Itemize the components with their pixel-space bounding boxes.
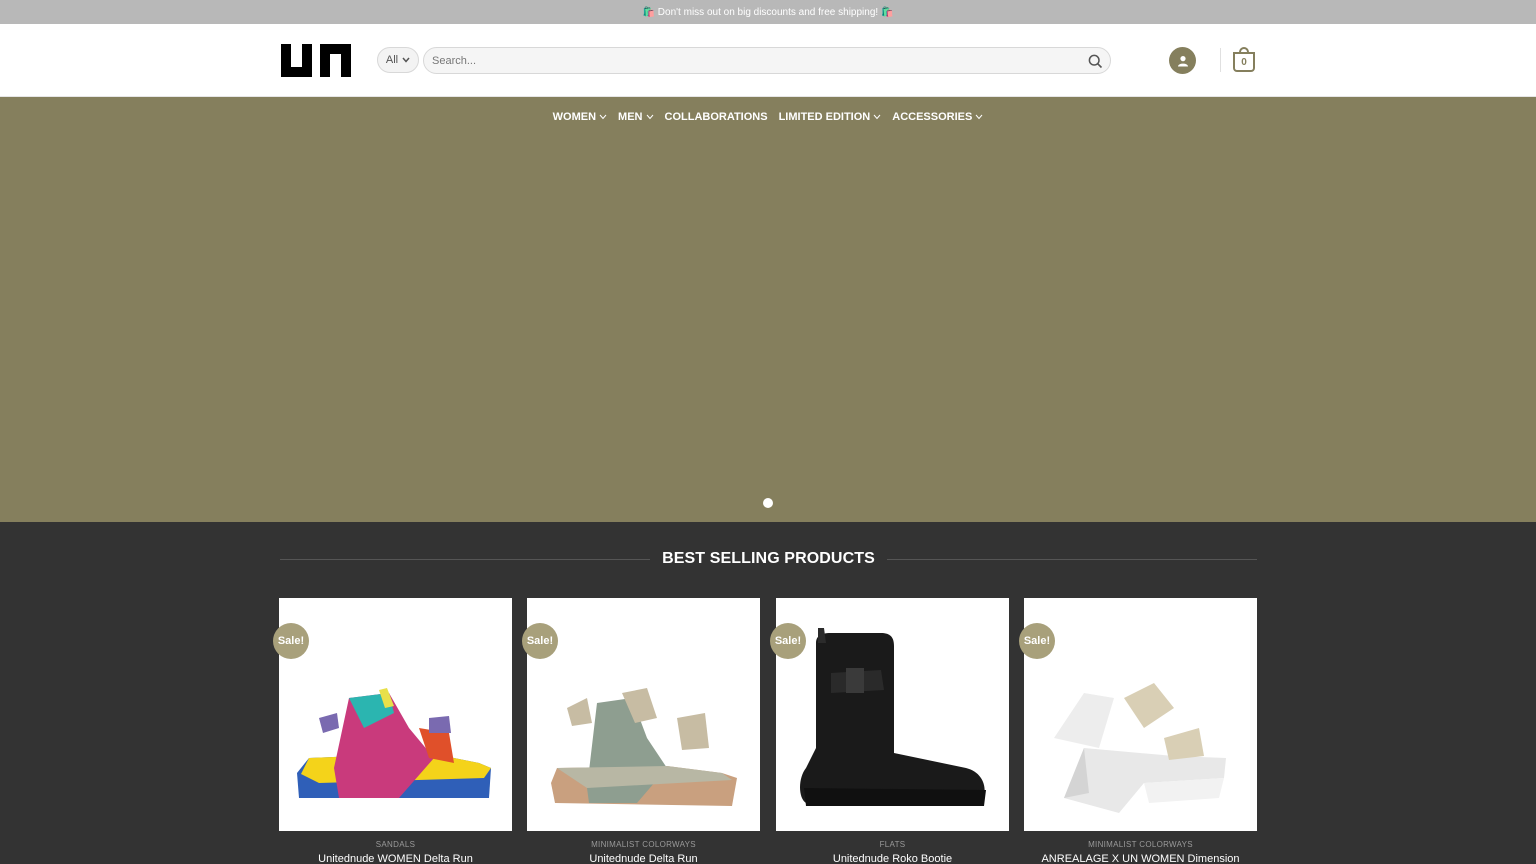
- product-card: FLATS Unitednude Roko Bootie: [776, 598, 1009, 864]
- main-nav: WOMEN MEN COLLABORATIONS LIMITED EDITION…: [0, 107, 1536, 127]
- sandal-image: [1054, 683, 1226, 813]
- user-icon: [1177, 55, 1188, 66]
- nav-item-men[interactable]: MEN: [618, 107, 653, 127]
- best-selling-header: BEST SELLING PRODUCTS: [280, 547, 1257, 571]
- sandal-image: [297, 688, 491, 798]
- brand-logo[interactable]: [280, 44, 352, 77]
- product-category: MINIMALIST COLORWAYS: [1088, 840, 1193, 849]
- chevron-down-icon: [599, 114, 607, 120]
- product-name[interactable]: ANREALAGE X UN WOMEN Dimension: [1024, 853, 1257, 864]
- sandal-image: [551, 688, 737, 806]
- promo-text: 🛍️ Don't miss out on big discounts and f…: [642, 6, 894, 18]
- sale-badge: Sale!: [273, 623, 309, 659]
- search-button[interactable]: [1086, 52, 1104, 70]
- section-title: BEST SELLING PRODUCTS: [662, 550, 875, 567]
- category-select-value: All: [385, 54, 399, 66]
- chevron-down-icon: [402, 57, 410, 63]
- chevron-down-icon: [646, 114, 653, 120]
- product-image[interactable]: [1024, 598, 1257, 831]
- promo-bar: 🛍️ Don't miss out on big discounts and f…: [0, 0, 1536, 24]
- product-image[interactable]: [279, 598, 512, 831]
- category-select[interactable]: All: [377, 47, 419, 73]
- divider-line: [886, 558, 1257, 560]
- header-divider: [1220, 48, 1221, 72]
- hero-slider: WOMEN MEN COLLABORATIONS LIMITED EDITION…: [0, 97, 1536, 522]
- product-category: FLATS: [879, 840, 906, 849]
- cart-button[interactable]: 0: [1233, 47, 1257, 73]
- divider-line: [280, 558, 651, 560]
- slider-dot[interactable]: [763, 498, 773, 508]
- nav-item-collaborations[interactable]: COLLABORATIONS: [665, 107, 768, 127]
- product-category: MINIMALIST COLORWAYS: [591, 840, 696, 849]
- account-button[interactable]: [1169, 47, 1196, 74]
- product-image[interactable]: [776, 598, 1009, 831]
- nav-item-women[interactable]: WOMEN: [553, 107, 607, 127]
- sale-badge: Sale!: [770, 623, 806, 659]
- product-card: MINIMALIST COLORWAYS ANREALAGE X UN WOME…: [1024, 598, 1257, 864]
- product-card: MINIMALIST COLORWAYS Unitednude Delta Ru…: [527, 598, 760, 864]
- sale-badge: Sale!: [522, 623, 558, 659]
- product-name[interactable]: Unitednude Delta Run: [527, 853, 760, 864]
- chevron-down-icon: [975, 114, 983, 120]
- search-icon: [1088, 54, 1102, 68]
- chevron-down-icon: [873, 114, 881, 120]
- nav-item-limited-edition[interactable]: LIMITED EDITION: [779, 107, 882, 127]
- product-image[interactable]: [527, 598, 760, 831]
- nav-item-accessories[interactable]: ACCESSORIES: [892, 107, 983, 127]
- product-card: SANDALS Unitednude WOMEN Delta Run: [279, 598, 512, 864]
- product-name[interactable]: Unitednude WOMEN Delta Run: [279, 853, 512, 864]
- search-input[interactable]: [424, 48, 1074, 73]
- search-bar: [423, 47, 1111, 74]
- product-category: SANDALS: [375, 840, 416, 849]
- site-header: All 0: [0, 24, 1536, 97]
- sale-badge: Sale!: [1019, 623, 1055, 659]
- product-name[interactable]: Unitednude Roko Bootie: [776, 853, 1009, 864]
- cart-count: 0: [1233, 52, 1255, 72]
- boot-image: [800, 628, 986, 806]
